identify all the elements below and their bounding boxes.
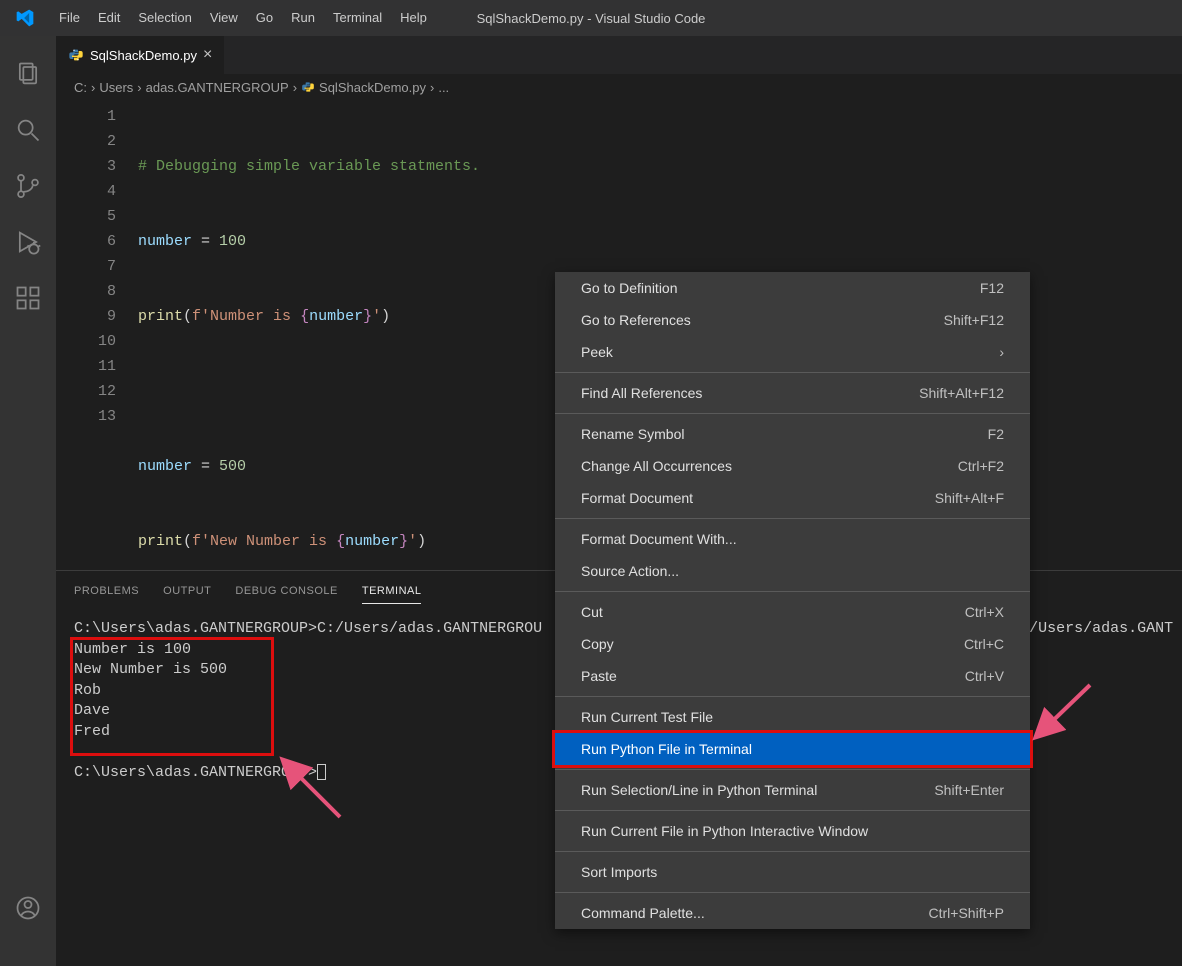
context-menu-separator bbox=[555, 372, 1030, 373]
context-menu-label: Command Palette... bbox=[581, 905, 705, 921]
context-menu-shortcut: Shift+Enter bbox=[934, 782, 1004, 798]
breadcrumb-segment[interactable]: SqlShackDemo.py bbox=[319, 80, 426, 95]
line-number-gutter: 123 456 789 101112 13 bbox=[56, 104, 138, 570]
context-menu-label: Run Current Test File bbox=[581, 709, 713, 725]
chevron-right-icon: › bbox=[430, 80, 434, 95]
breadcrumb-segment[interactable]: adas.GANTNERGROUP bbox=[146, 80, 289, 95]
title-bar: File Edit Selection View Go Run Terminal… bbox=[0, 0, 1182, 36]
context-menu-separator bbox=[555, 892, 1030, 893]
context-menu-shortcut: F12 bbox=[980, 280, 1004, 296]
source-control-icon[interactable] bbox=[0, 158, 56, 214]
menu-bar: File Edit Selection View Go Run Terminal… bbox=[50, 0, 436, 36]
context-menu-label: Run Selection/Line in Python Terminal bbox=[581, 782, 817, 798]
activity-bar bbox=[0, 36, 56, 966]
close-icon[interactable]: × bbox=[203, 46, 212, 64]
search-icon[interactable] bbox=[0, 102, 56, 158]
menu-terminal[interactable]: Terminal bbox=[324, 0, 391, 36]
panel-tab-problems[interactable]: PROBLEMS bbox=[74, 579, 139, 603]
context-menu-label: Cut bbox=[581, 604, 603, 620]
panel-tab-output[interactable]: OUTPUT bbox=[163, 579, 211, 603]
context-menu-item[interactable]: Command Palette... Ctrl+Shift+P bbox=[555, 897, 1030, 929]
context-menu-shortcut: F2 bbox=[988, 426, 1004, 442]
context-menu-separator bbox=[555, 769, 1030, 770]
context-menu-shortcut: Shift+Alt+F12 bbox=[919, 385, 1004, 401]
context-menu-label: Rename Symbol bbox=[581, 426, 685, 442]
context-menu-item[interactable]: Run Python File in Terminal bbox=[555, 733, 1030, 765]
menu-selection[interactable]: Selection bbox=[129, 0, 200, 36]
context-menu-shortcut: Ctrl+F2 bbox=[958, 458, 1004, 474]
chevron-right-icon: › bbox=[91, 80, 95, 95]
breadcrumb-segment[interactable]: Users bbox=[99, 80, 133, 95]
tab-sqlshackdemo[interactable]: SqlShackDemo.py × bbox=[56, 36, 225, 74]
breadcrumb-segment[interactable]: C: bbox=[74, 80, 87, 95]
context-menu-item[interactable]: Change All Occurrences Ctrl+F2 bbox=[555, 450, 1030, 482]
context-menu-label: Peek bbox=[581, 344, 613, 360]
context-menu-item[interactable]: Run Selection/Line in Python Terminal Shi… bbox=[555, 774, 1030, 806]
context-menu-item[interactable]: Sort Imports bbox=[555, 856, 1030, 888]
context-menu: Go to Definition F12 Go to References Shift… bbox=[555, 272, 1030, 929]
menu-help[interactable]: Help bbox=[391, 0, 436, 36]
context-menu-separator bbox=[555, 851, 1030, 852]
context-menu-separator bbox=[555, 413, 1030, 414]
chevron-right-icon: › bbox=[293, 80, 297, 95]
context-menu-label: Change All Occurrences bbox=[581, 458, 732, 474]
context-menu-label: Go to References bbox=[581, 312, 691, 328]
context-menu-item[interactable]: Go to Definition F12 bbox=[555, 272, 1030, 304]
context-menu-label: Sort Imports bbox=[581, 864, 657, 880]
context-menu-shortcut: Ctrl+X bbox=[965, 604, 1004, 620]
context-menu-label: Format Document bbox=[581, 490, 693, 506]
tab-label: SqlShackDemo.py bbox=[90, 48, 197, 63]
accounts-icon[interactable] bbox=[0, 880, 56, 936]
context-menu-item[interactable]: Cut Ctrl+X bbox=[555, 596, 1030, 628]
context-menu-separator bbox=[555, 591, 1030, 592]
context-menu-shortcut: Ctrl+V bbox=[965, 668, 1004, 684]
context-menu-label: Format Document With... bbox=[581, 531, 737, 547]
panel-tab-terminal[interactable]: TERMINAL bbox=[362, 579, 422, 604]
breadcrumbs[interactable]: C: › Users › adas.GANTNERGROUP › SqlShackDe… bbox=[56, 74, 1182, 100]
window-title: SqlShackDemo.py - Visual Studio Code bbox=[477, 11, 706, 26]
context-menu-item[interactable]: Format Document Shift+Alt+F bbox=[555, 482, 1030, 514]
context-menu-item[interactable]: Paste Ctrl+V bbox=[555, 660, 1030, 692]
context-menu-label: Copy bbox=[581, 636, 614, 652]
panel-tab-debug-console[interactable]: DEBUG CONSOLE bbox=[235, 579, 337, 603]
context-menu-item[interactable]: Run Current Test File bbox=[555, 701, 1030, 733]
vscode-logo-icon bbox=[0, 8, 50, 28]
context-menu-label: Run Current File in Python Interactive W… bbox=[581, 823, 868, 839]
context-menu-label: Source Action... bbox=[581, 563, 679, 579]
menu-file[interactable]: File bbox=[50, 0, 89, 36]
run-debug-icon[interactable] bbox=[0, 214, 56, 270]
menu-run[interactable]: Run bbox=[282, 0, 324, 36]
chevron-right-icon: › bbox=[137, 80, 141, 95]
menu-edit[interactable]: Edit bbox=[89, 0, 129, 36]
context-menu-item[interactable]: Go to References Shift+F12 bbox=[555, 304, 1030, 336]
context-menu-label: Go to Definition bbox=[581, 280, 678, 296]
menu-go[interactable]: Go bbox=[247, 0, 282, 36]
context-menu-shortcut: Ctrl+Shift+P bbox=[929, 905, 1004, 921]
context-menu-item[interactable]: Run Current File in Python Interactive W… bbox=[555, 815, 1030, 847]
context-menu-label: Find All References bbox=[581, 385, 702, 401]
context-menu-shortcut: Ctrl+C bbox=[964, 636, 1004, 652]
context-menu-separator bbox=[555, 696, 1030, 697]
python-file-icon bbox=[301, 80, 315, 94]
context-menu-item[interactable]: Rename Symbol F2 bbox=[555, 418, 1030, 450]
explorer-icon[interactable] bbox=[0, 46, 56, 102]
context-menu-separator bbox=[555, 810, 1030, 811]
extensions-icon[interactable] bbox=[0, 270, 56, 326]
context-menu-item[interactable]: Find All References Shift+Alt+F12 bbox=[555, 377, 1030, 409]
chevron-right-icon: › bbox=[999, 344, 1004, 360]
breadcrumb-overflow[interactable]: ... bbox=[438, 80, 449, 95]
context-menu-item[interactable]: Copy Ctrl+C bbox=[555, 628, 1030, 660]
context-menu-label: Run Python File in Terminal bbox=[581, 741, 752, 757]
context-menu-item[interactable]: Source Action... bbox=[555, 555, 1030, 587]
context-menu-item[interactable]: Peek › bbox=[555, 336, 1030, 368]
context-menu-shortcut: Shift+Alt+F bbox=[935, 490, 1004, 506]
context-menu-label: Paste bbox=[581, 668, 617, 684]
context-menu-shortcut: Shift+F12 bbox=[944, 312, 1004, 328]
python-file-icon bbox=[68, 47, 84, 63]
context-menu-separator bbox=[555, 518, 1030, 519]
context-menu-item[interactable]: Format Document With... bbox=[555, 523, 1030, 555]
editor-tabs: SqlShackDemo.py × bbox=[56, 36, 1182, 74]
menu-view[interactable]: View bbox=[201, 0, 247, 36]
